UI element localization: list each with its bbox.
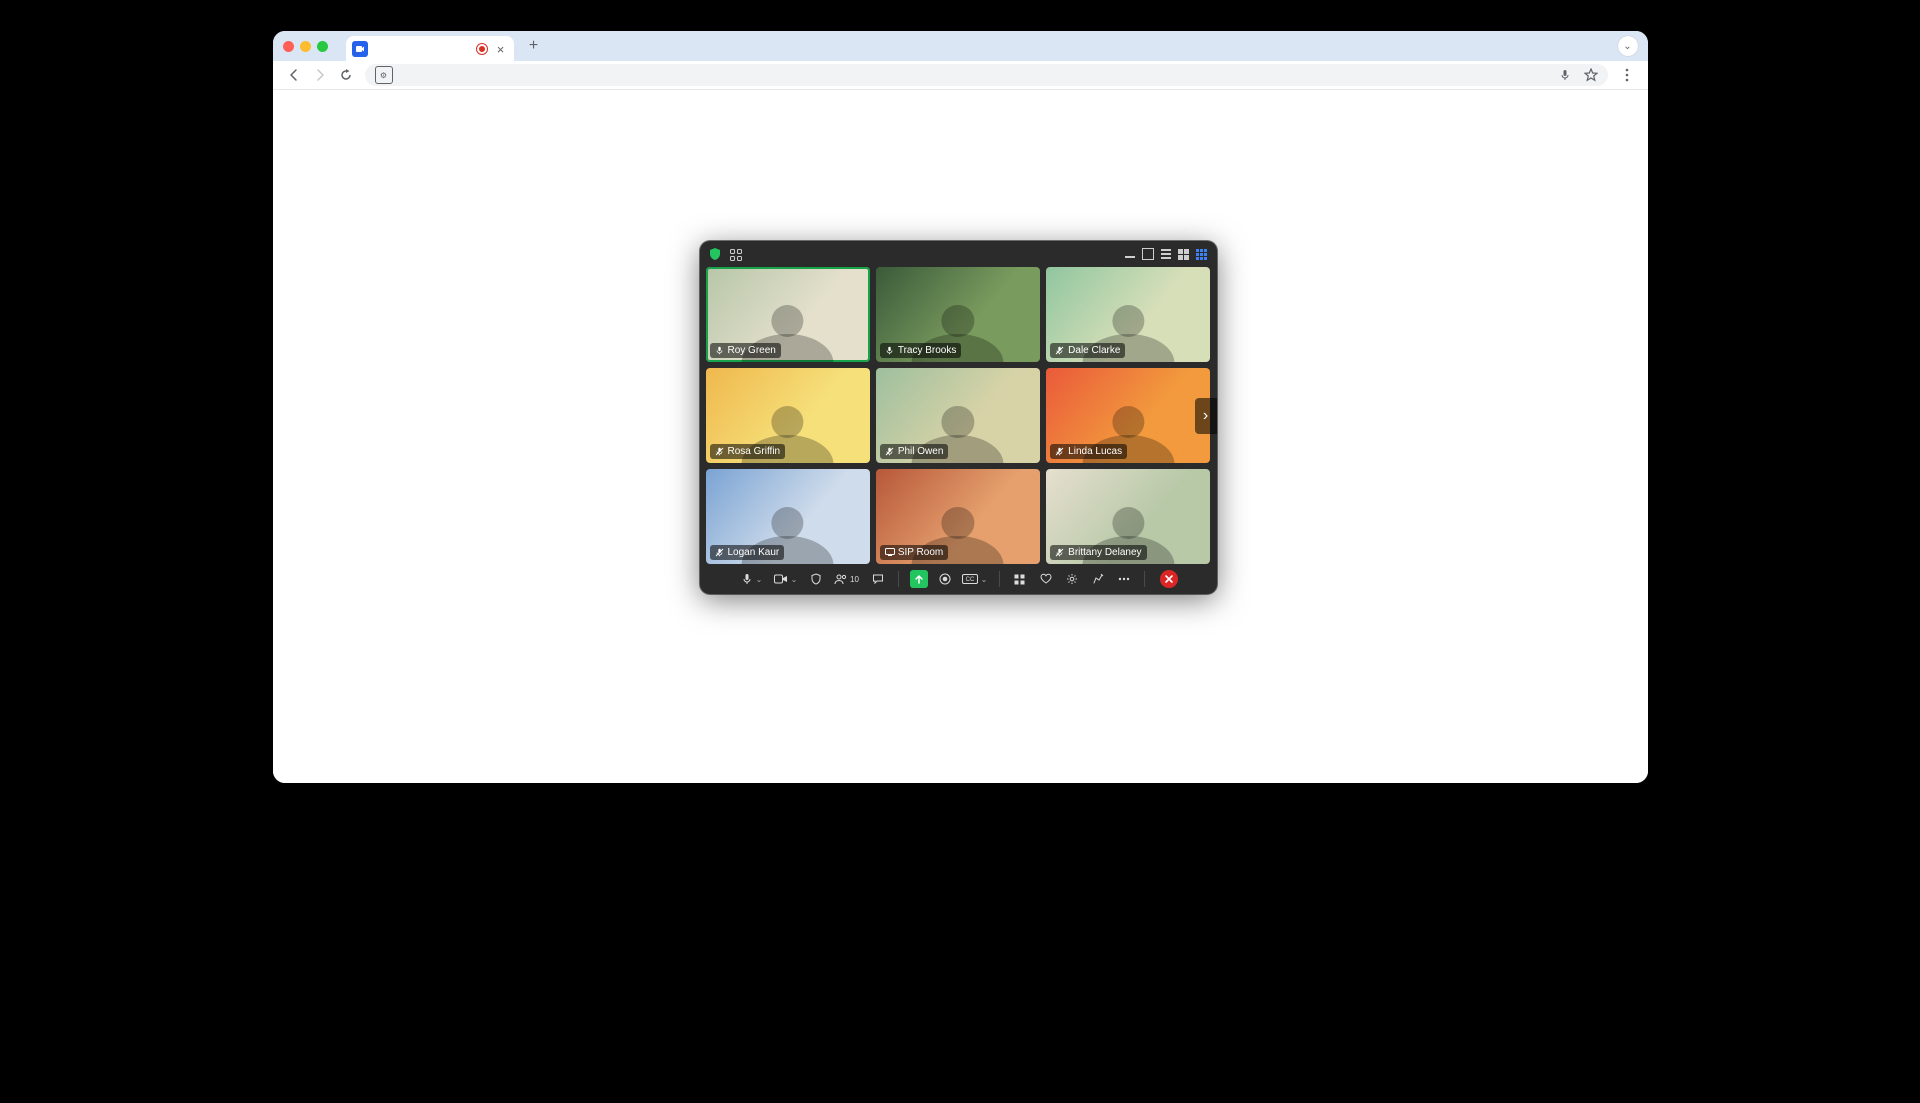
microphone-muted-icon <box>715 447 724 456</box>
active-tab[interactable]: × <box>346 36 514 62</box>
maximize-window-button[interactable] <box>317 41 328 52</box>
participant-count: 10 <box>850 575 859 584</box>
participant-name-tag: Rosa Griffin <box>710 444 786 459</box>
participants-button[interactable]: 10 <box>833 570 861 588</box>
browser-window: × + ⌄ ⚙ <box>273 31 1648 783</box>
microphone-muted-icon <box>715 548 724 557</box>
whiteboard-button[interactable] <box>1089 570 1107 588</box>
participant-tile[interactable]: Phil Owen <box>876 368 1040 463</box>
participant-name-tag: Tracy Brooks <box>880 343 962 358</box>
chevron-down-icon[interactable]: ⌄ <box>756 575 763 584</box>
participant-name-tag: Brittany Delaney <box>1050 545 1146 560</box>
svg-text:CC: CC <box>965 577 974 583</box>
microphone-muted-icon <box>885 447 894 456</box>
chat-button[interactable] <box>869 570 887 588</box>
participant-name-tag: Linda Lucas <box>1050 444 1127 459</box>
participant-name: Rosa Griffin <box>728 446 781 457</box>
grid-3x3-view-button[interactable] <box>1195 247 1209 261</box>
close-tab-button[interactable]: × <box>494 42 508 56</box>
tab-favicon-icon <box>352 41 368 57</box>
close-window-button[interactable] <box>283 41 294 52</box>
microphone-button[interactable]: ⌄ <box>739 570 765 588</box>
encryption-shield-icon[interactable] <box>708 247 722 261</box>
meeting-toolbar: ⌄ ⌄ 10 <box>700 564 1217 594</box>
video-meeting-window: Roy Green Tracy Brooks Dale Clarke Rosa Gri… <box>700 241 1217 594</box>
recording-indicator-icon <box>476 43 488 55</box>
participant-tile[interactable]: Tracy Brooks <box>876 267 1040 362</box>
closed-captions-button[interactable]: CC ⌄ <box>962 570 988 588</box>
reload-button[interactable] <box>339 68 353 82</box>
participant-tile[interactable]: Rosa Griffin <box>706 368 870 463</box>
participant-name-tag: Logan Kaur <box>710 545 785 560</box>
participant-name: SIP Room <box>898 547 943 558</box>
participant-name: Linda Lucas <box>1068 446 1122 457</box>
forward-button[interactable] <box>313 68 327 82</box>
participant-tile[interactable]: Linda Lucas <box>1046 368 1210 463</box>
site-settings-icon[interactable]: ⚙ <box>375 66 393 84</box>
settings-button[interactable] <box>1063 570 1081 588</box>
end-call-button[interactable] <box>1160 570 1178 588</box>
participant-name-tag: SIP Room <box>880 545 948 560</box>
participant-name: Roy Green <box>728 345 776 356</box>
toolbar-separator <box>1144 571 1145 587</box>
participant-name: Tracy Brooks <box>898 345 957 356</box>
address-bar: ⚙ <box>273 61 1648 90</box>
gallery-apps-icon[interactable] <box>730 248 742 260</box>
participant-gallery: Roy Green Tracy Brooks Dale Clarke Rosa Gri… <box>700 267 1217 564</box>
reactions-button[interactable] <box>1037 570 1055 588</box>
minimize-meeting-button[interactable] <box>1123 247 1137 261</box>
room-system-icon <box>885 548 894 557</box>
microphone-muted-icon <box>1055 346 1064 355</box>
tab-bar: × + ⌄ <box>273 31 1648 61</box>
page-content: Roy Green Tracy Brooks Dale Clarke Rosa Gri… <box>273 90 1648 783</box>
toolbar-separator <box>898 571 899 587</box>
microphone-on-icon <box>715 346 724 355</box>
chevron-down-icon[interactable]: ⌄ <box>791 575 798 584</box>
security-button[interactable] <box>807 570 825 588</box>
row-view-button[interactable] <box>1159 247 1173 261</box>
participant-name-tag: Phil Owen <box>880 444 949 459</box>
more-button[interactable] <box>1115 570 1133 588</box>
participant-name: Dale Clarke <box>1068 345 1120 356</box>
window-controls <box>283 41 328 52</box>
chevron-down-icon[interactable]: ⌄ <box>981 575 988 584</box>
single-view-button[interactable] <box>1141 247 1155 261</box>
tabs-dropdown-button[interactable]: ⌄ <box>1618 36 1638 56</box>
participant-name: Brittany Delaney <box>1068 547 1141 558</box>
new-tab-button[interactable]: + <box>524 36 544 56</box>
participant-tile[interactable]: Logan Kaur <box>706 469 870 564</box>
participant-name-tag: Dale Clarke <box>1050 343 1125 358</box>
participant-tile[interactable]: Brittany Delaney <box>1046 469 1210 564</box>
toolbar-separator <box>999 571 1000 587</box>
bookmark-star-icon[interactable] <box>1584 68 1598 82</box>
microphone-muted-icon <box>1055 548 1064 557</box>
participant-name: Phil Owen <box>898 446 944 457</box>
back-button[interactable] <box>287 68 301 82</box>
grid-2x2-view-button[interactable] <box>1177 247 1191 261</box>
share-screen-button[interactable] <box>910 570 928 588</box>
apps-button[interactable] <box>1011 570 1029 588</box>
microphone-muted-icon <box>1055 447 1064 456</box>
participant-name: Logan Kaur <box>728 547 780 558</box>
camera-button[interactable]: ⌄ <box>773 570 799 588</box>
omnibox[interactable]: ⚙ <box>365 64 1608 86</box>
record-button[interactable] <box>936 570 954 588</box>
minimize-window-button[interactable] <box>300 41 311 52</box>
browser-menu-button[interactable] <box>1620 68 1634 82</box>
gallery-next-button[interactable]: › <box>1195 398 1217 434</box>
participant-tile[interactable]: Dale Clarke <box>1046 267 1210 362</box>
microphone-on-icon <box>885 346 894 355</box>
voice-search-icon[interactable] <box>1558 68 1572 82</box>
participant-tile[interactable]: Roy Green <box>706 267 870 362</box>
meeting-titlebar <box>700 241 1217 267</box>
participant-tile[interactable]: SIP Room <box>876 469 1040 564</box>
participant-name-tag: Roy Green <box>710 343 781 358</box>
